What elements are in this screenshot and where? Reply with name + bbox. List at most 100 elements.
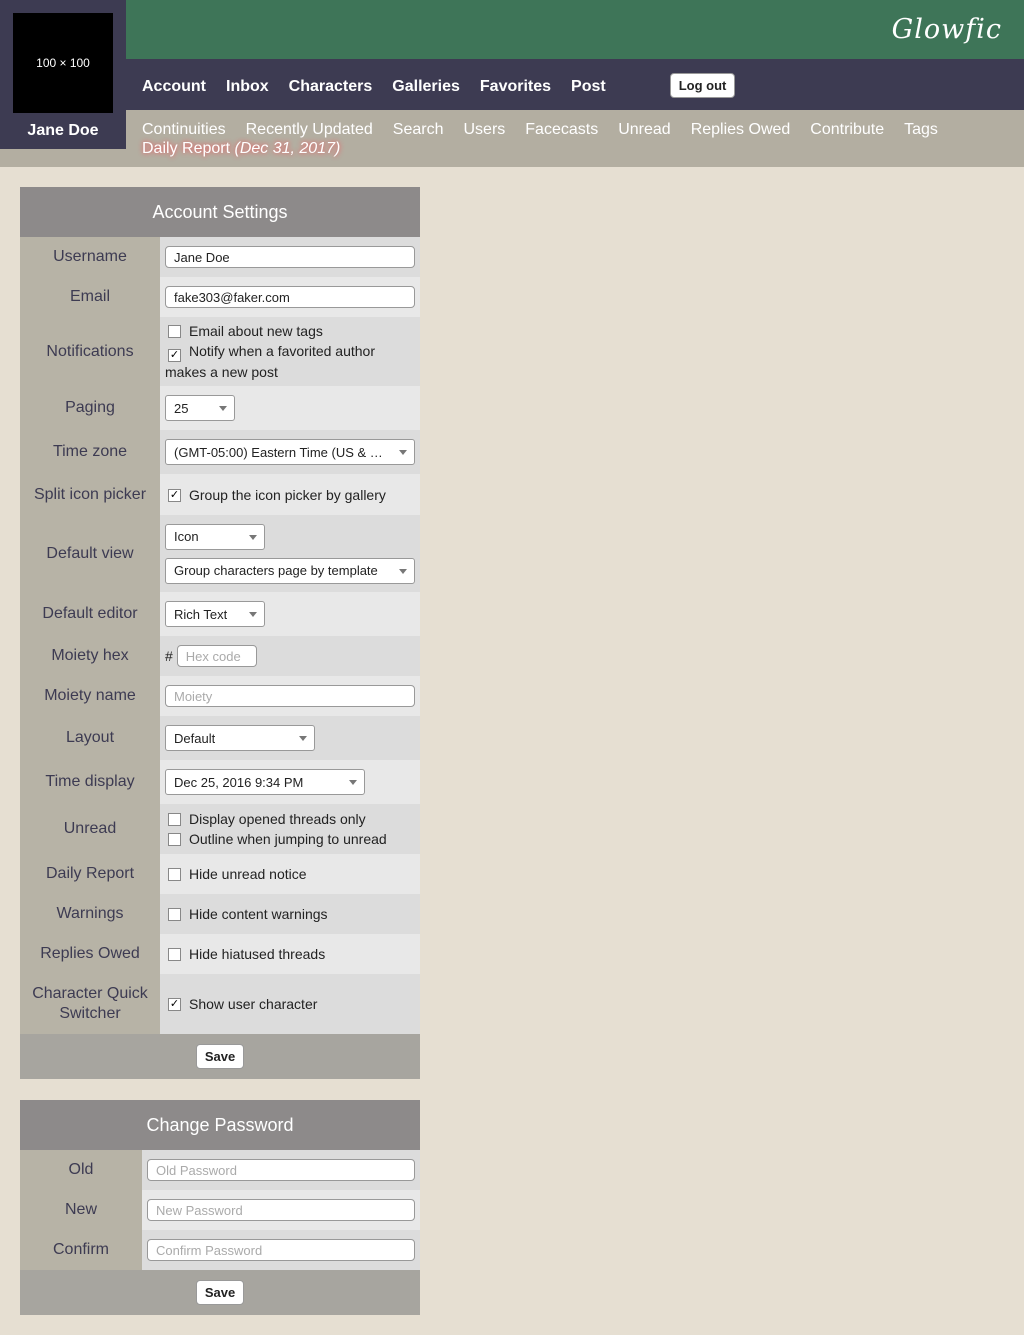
nav-characters[interactable]: Characters xyxy=(289,78,373,96)
user-name[interactable]: Jane Doe xyxy=(0,122,126,140)
subnav-replies-owed[interactable]: Replies Owed xyxy=(691,120,791,139)
time-display-select[interactable]: Dec 25, 2016 9:34 PM xyxy=(165,769,365,795)
row-warnings: Warnings Hide content warnings xyxy=(20,894,420,934)
default-editor-select[interactable]: Rich Text xyxy=(165,601,265,627)
row-quick-switcher: Character Quick Switcher ✓ Show user cha… xyxy=(20,974,420,1034)
subnav-daily-report[interactable]: Daily Report (Dec 31, 2017) xyxy=(142,139,340,158)
paging-select[interactable]: 25 xyxy=(165,395,235,421)
subnav-continuities[interactable]: Continuities xyxy=(142,120,226,139)
row-old-password: Old xyxy=(20,1150,420,1190)
quick-switcher-label: Character Quick Switcher xyxy=(20,974,160,1034)
subnav-search[interactable]: Search xyxy=(393,120,444,139)
username-label: Username xyxy=(20,237,160,277)
layout-label: Layout xyxy=(20,716,160,760)
hide-hiatused-text: Hide hiatused threads xyxy=(189,946,326,962)
change-password-footer: Save xyxy=(20,1270,420,1315)
save-password-button[interactable]: Save xyxy=(195,1280,245,1305)
warnings-label: Warnings xyxy=(20,894,160,934)
opened-threads-only-checkbox[interactable] xyxy=(168,813,181,826)
default-view-label: Default view xyxy=(20,515,160,592)
subnav-users[interactable]: Users xyxy=(464,120,506,139)
outline-unread-text: Outline when jumping to unread xyxy=(189,831,387,847)
nav-account[interactable]: Account xyxy=(142,78,206,96)
change-password-title: Change Password xyxy=(146,1115,294,1135)
row-notifications: Notifications Email about new tags ✓ Noti… xyxy=(20,317,420,386)
row-confirm-password: Confirm xyxy=(20,1230,420,1270)
show-user-character-checkbox[interactable]: ✓ xyxy=(168,998,181,1011)
nav-favorites[interactable]: Favorites xyxy=(480,78,551,96)
moiety-name-label: Moiety name xyxy=(20,676,160,716)
confirm-password-input[interactable] xyxy=(147,1239,415,1261)
unread-label: Unread xyxy=(20,804,160,854)
row-default-editor: Default editor Rich Text xyxy=(20,592,420,636)
group-icon-picker-text: Group the icon picker by gallery xyxy=(189,486,386,503)
opened-threads-only-text: Display opened threads only xyxy=(189,811,366,827)
moiety-name-input[interactable] xyxy=(165,685,415,707)
paging-label: Paging xyxy=(20,386,160,430)
user-block: 100 × 100 Jane Doe xyxy=(0,0,126,149)
nav-inbox[interactable]: Inbox xyxy=(226,78,269,96)
row-moiety-hex: Moiety hex # xyxy=(20,636,420,676)
daily-report-setting-label: Daily Report xyxy=(20,854,160,894)
layout-value: Default xyxy=(174,730,216,746)
email-new-tags-text: Email about new tags xyxy=(189,323,323,339)
row-username: Username xyxy=(20,237,420,277)
new-password-label: New xyxy=(20,1190,142,1230)
old-password-input[interactable] xyxy=(147,1159,415,1181)
row-replies-owed: Replies Owed Hide hiatused threads xyxy=(20,934,420,974)
default-editor-label: Default editor xyxy=(20,592,160,636)
confirm-password-label: Confirm xyxy=(20,1230,142,1270)
sub-nav: Continuities Recently Updated Search Use… xyxy=(0,110,1024,167)
notify-favorite-author-checkbox[interactable]: ✓ xyxy=(168,349,181,362)
email-new-tags-checkbox[interactable] xyxy=(168,325,181,338)
hide-content-warnings-checkbox[interactable] xyxy=(168,908,181,921)
nav-post[interactable]: Post xyxy=(571,78,606,96)
time-zone-select[interactable]: (GMT-05:00) Eastern Time (US & Canada) xyxy=(165,439,415,465)
subnav-tags[interactable]: Tags xyxy=(904,120,938,139)
old-password-label: Old xyxy=(20,1150,142,1190)
row-time-zone: Time zone (GMT-05:00) Eastern Time (US &… xyxy=(20,430,420,474)
subnav-contribute[interactable]: Contribute xyxy=(810,120,884,139)
account-settings-title: Account Settings xyxy=(152,202,288,222)
email-input[interactable] xyxy=(165,286,415,308)
top-bar: Glowfic xyxy=(0,0,1024,59)
time-zone-value: (GMT-05:00) Eastern Time (US & Canada) xyxy=(174,444,390,460)
glowfic-logo[interactable]: Glowfic xyxy=(892,14,1002,45)
characters-grouping-select[interactable]: Group characters page by template xyxy=(165,557,415,584)
new-password-input[interactable] xyxy=(147,1199,415,1221)
save-settings-button[interactable]: Save xyxy=(195,1044,245,1069)
subnav-recently-updated[interactable]: Recently Updated xyxy=(246,120,373,139)
moiety-hex-label: Moiety hex xyxy=(20,636,160,676)
subnav-facecasts[interactable]: Facecasts xyxy=(525,120,598,139)
hide-content-warnings-text: Hide content warnings xyxy=(189,906,328,922)
username-input[interactable] xyxy=(165,246,415,268)
subnav-unread[interactable]: Unread xyxy=(618,120,670,139)
moiety-hex-input[interactable] xyxy=(176,645,257,667)
chevron-down-icon xyxy=(349,780,357,785)
account-settings-panel: Account Settings Username Email Notifica… xyxy=(20,187,420,1079)
chevron-down-icon xyxy=(249,612,257,617)
split-icon-picker-label: Split icon picker xyxy=(20,474,160,515)
layout-select[interactable]: Default xyxy=(165,725,315,751)
chevron-down-icon xyxy=(249,534,257,540)
default-view-select[interactable]: Icon xyxy=(165,523,265,550)
nav-galleries[interactable]: Galleries xyxy=(392,78,460,96)
outline-unread-checkbox[interactable] xyxy=(168,833,181,846)
row-new-password: New xyxy=(20,1190,420,1230)
row-default-view: Default view Icon Group characters page … xyxy=(20,515,420,592)
chevron-down-icon xyxy=(299,736,307,741)
time-display-label: Time display xyxy=(20,760,160,804)
hide-hiatused-checkbox[interactable] xyxy=(168,948,181,961)
row-unread: Unread Display opened threads only Outli… xyxy=(20,804,420,854)
logout-button[interactable]: Log out xyxy=(669,73,736,98)
change-password-panel: Change Password Old New Confirm Save xyxy=(20,1100,420,1315)
avatar[interactable]: 100 × 100 xyxy=(13,13,113,113)
hash-symbol: # xyxy=(165,648,173,664)
group-icon-picker-checkbox[interactable]: ✓ xyxy=(168,488,181,502)
row-layout: Layout Default xyxy=(20,716,420,760)
default-view-value: Icon xyxy=(174,529,199,544)
hide-unread-notice-checkbox[interactable] xyxy=(168,868,181,881)
row-daily-report: Daily Report Hide unread notice xyxy=(20,854,420,894)
default-editor-value: Rich Text xyxy=(174,606,228,622)
paging-value: 25 xyxy=(174,400,189,416)
